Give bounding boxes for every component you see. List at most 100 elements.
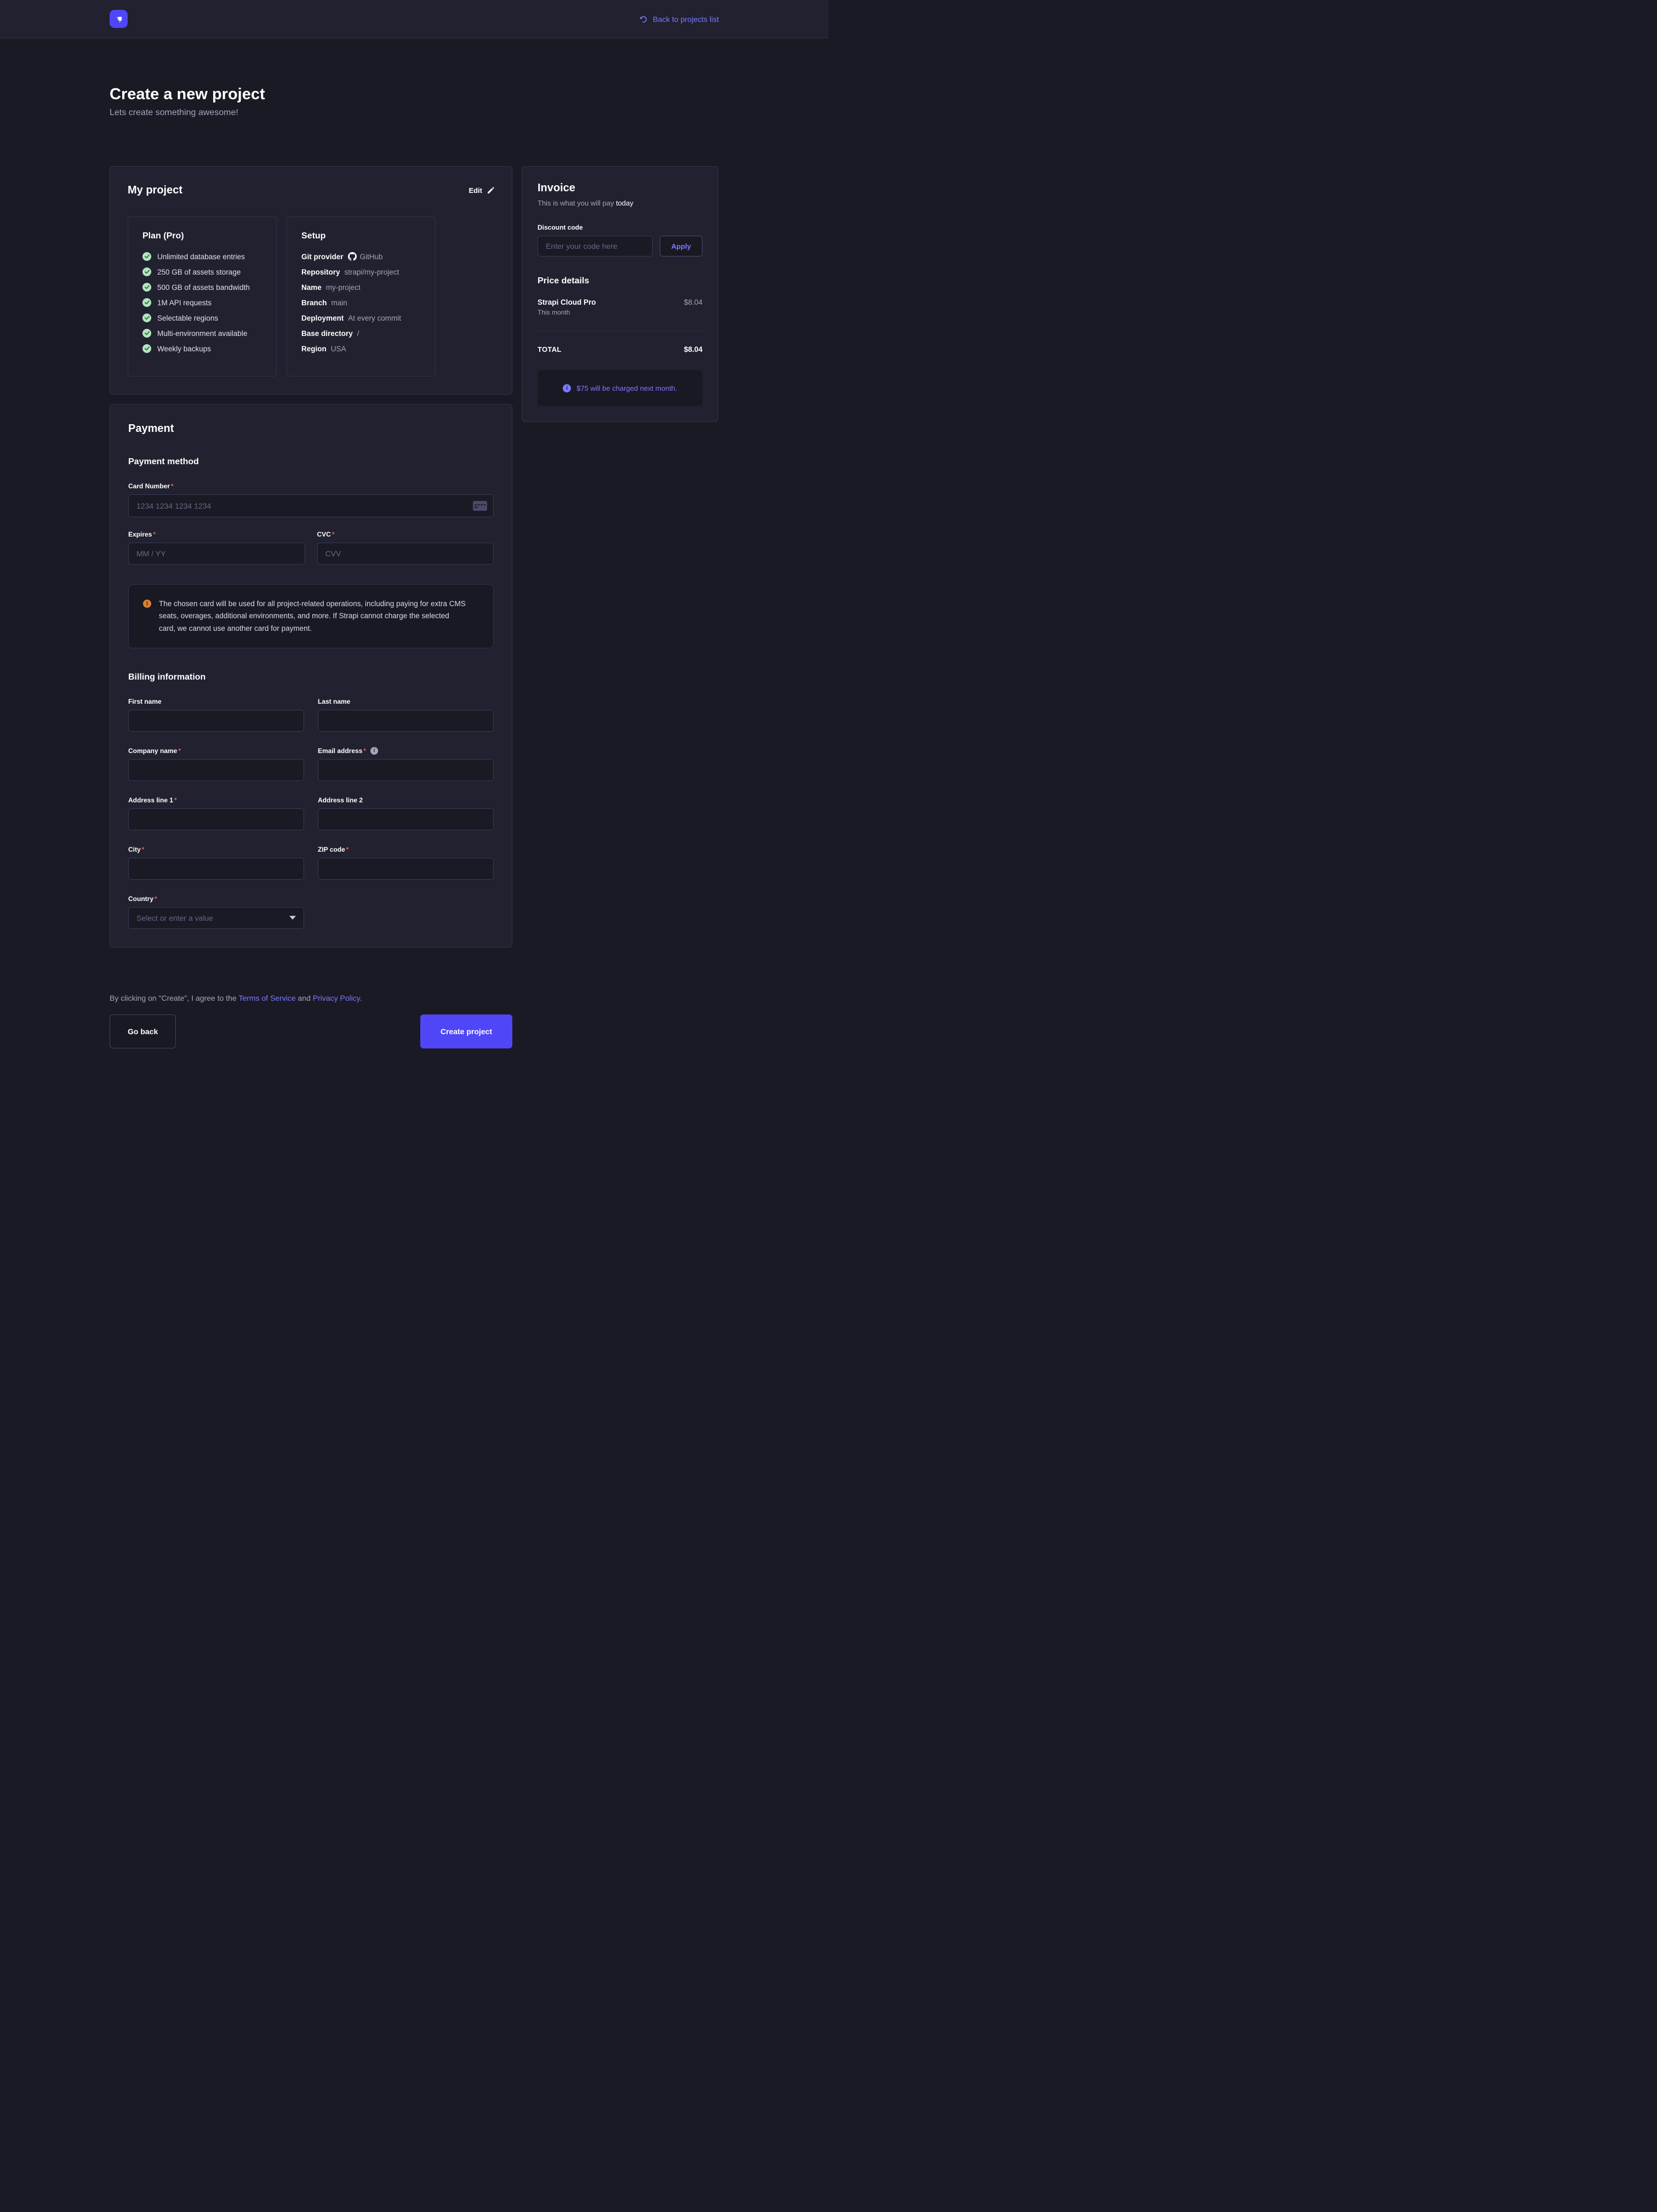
warning-icon: ! — [143, 600, 151, 608]
setup-row-name: Name my-project — [301, 283, 421, 292]
company-name-field: Company name* — [128, 747, 304, 781]
cvc-input[interactable] — [317, 543, 494, 565]
strapi-cloud-logo[interactable] — [110, 10, 128, 28]
billing-heading: Billing information — [128, 672, 494, 682]
payment-title: Payment — [128, 423, 494, 435]
zip-code-field: ZIP code* — [318, 846, 494, 880]
setup-value: main — [332, 299, 347, 307]
payment-method-heading: Payment method — [128, 457, 494, 467]
terms-of-service-link[interactable]: Terms of Service — [238, 994, 295, 1002]
check-icon — [142, 313, 151, 322]
setup-label: Name — [301, 283, 322, 292]
email-label: Email address* i — [318, 747, 494, 755]
plan-feature-label: 250 GB of assets storage — [157, 268, 241, 276]
total-amount: $8.04 — [684, 345, 702, 354]
plan-feature-label: Unlimited database entries — [157, 253, 245, 261]
page-title: Create a new project — [110, 85, 719, 104]
address-line-2-label: Address line 2 — [318, 796, 494, 804]
back-arrow-icon — [639, 15, 648, 24]
invoice-title: Invoice — [538, 182, 702, 195]
email-input[interactable] — [318, 759, 494, 781]
create-project-button[interactable]: Create project — [420, 1014, 512, 1048]
address-line-1-input[interactable] — [128, 808, 304, 830]
form-footer: By clicking on "Create", I agree to the … — [110, 994, 512, 1125]
total-row: TOTAL $8.04 — [538, 345, 702, 354]
expires-field: Expires* — [128, 531, 305, 565]
setup-label: Base directory — [301, 329, 353, 338]
strapi-cloud-logo-icon — [113, 13, 125, 25]
github-icon — [348, 252, 357, 261]
check-icon — [142, 252, 151, 261]
setup-value: At every commit — [348, 314, 401, 322]
edit-button[interactable]: Edit — [468, 186, 494, 195]
check-icon — [142, 298, 151, 307]
back-to-projects-link[interactable]: Back to projects list — [639, 15, 719, 24]
address-line-1-label: Address line 1* — [128, 796, 304, 804]
discount-code-label: Discount code — [538, 224, 702, 231]
plan-feature-label: Selectable regions — [157, 314, 218, 322]
price-item-amount: $8.04 — [684, 298, 702, 306]
edit-button-label: Edit — [468, 186, 482, 195]
setup-row-repository: Repository strapi/my-project — [301, 268, 421, 276]
check-icon — [142, 329, 151, 338]
city-input[interactable] — [128, 858, 304, 880]
setup-value: USA — [331, 345, 346, 353]
required-asterisk: * — [363, 747, 366, 755]
card-number-input[interactable] — [128, 494, 494, 517]
pencil-icon — [487, 187, 494, 194]
country-select[interactable]: Select or enter a value — [128, 907, 304, 929]
required-asterisk: * — [332, 531, 335, 538]
last-name-input[interactable] — [318, 710, 494, 732]
my-project-card: My project Edit Plan (Pro) Unlimited dat… — [110, 166, 512, 395]
expires-input[interactable] — [128, 543, 305, 565]
total-label: TOTAL — [538, 345, 562, 354]
plan-feature-label: Weekly backups — [157, 345, 211, 353]
price-item-name: Strapi Cloud Pro — [538, 298, 596, 306]
card-usage-notice: ! The chosen card will be used for all p… — [128, 584, 494, 648]
invoice-subtitle: This is what you will pay today — [538, 199, 702, 207]
required-asterisk: * — [153, 531, 156, 538]
setup-title: Setup — [301, 231, 421, 241]
address-line-1-field: Address line 1* — [128, 796, 304, 830]
country-select-placeholder: Select or enter a value — [136, 914, 213, 922]
setup-value: strapi/my-project — [345, 268, 399, 276]
expires-label: Expires* — [128, 531, 305, 538]
go-back-button[interactable]: Go back — [110, 1014, 176, 1048]
setup-value: GitHub — [360, 253, 383, 261]
credit-card-icon — [473, 501, 487, 511]
my-project-title: My project — [128, 184, 182, 197]
required-asterisk: * — [171, 482, 174, 490]
required-asterisk: * — [155, 895, 157, 903]
setup-value: my-project — [326, 283, 361, 292]
back-link-label: Back to projects list — [653, 15, 719, 24]
plan-feature-row: 1M API requests — [142, 298, 262, 307]
cvc-field: CVC* — [317, 531, 494, 565]
setup-label: Region — [301, 345, 327, 353]
first-name-input[interactable] — [128, 710, 304, 732]
first-name-field: First name — [128, 698, 304, 732]
plan-feature-row: Multi-environment available — [142, 329, 262, 338]
plan-panel: Plan (Pro) Unlimited database entries 25… — [128, 216, 277, 377]
email-info-icon[interactable]: i — [370, 747, 378, 755]
address-line-2-field: Address line 2 — [318, 796, 494, 830]
last-name-label: Last name — [318, 698, 494, 705]
zip-code-input[interactable] — [318, 858, 494, 880]
last-name-field: Last name — [318, 698, 494, 732]
city-label: City* — [128, 846, 304, 853]
apply-discount-button[interactable]: Apply — [660, 236, 702, 256]
price-item-period: This month — [538, 309, 596, 316]
card-usage-notice-text: The chosen card will be used for all pro… — [159, 598, 466, 635]
terms-text: By clicking on "Create", I agree to the … — [110, 994, 512, 1002]
check-icon — [142, 267, 151, 276]
chevron-down-icon — [289, 916, 296, 920]
required-asterisk: * — [178, 747, 181, 755]
discount-code-input[interactable] — [538, 236, 653, 256]
address-line-2-input[interactable] — [318, 808, 494, 830]
setup-label: Repository — [301, 268, 340, 276]
invoice-card: Invoice This is what you will pay today … — [522, 166, 718, 422]
plan-title: Plan (Pro) — [142, 231, 262, 241]
plan-feature-label: Multi-environment available — [157, 329, 247, 338]
setup-label: Git provider — [301, 253, 344, 261]
privacy-policy-link[interactable]: Privacy Policy — [313, 994, 360, 1002]
company-name-input[interactable] — [128, 759, 304, 781]
